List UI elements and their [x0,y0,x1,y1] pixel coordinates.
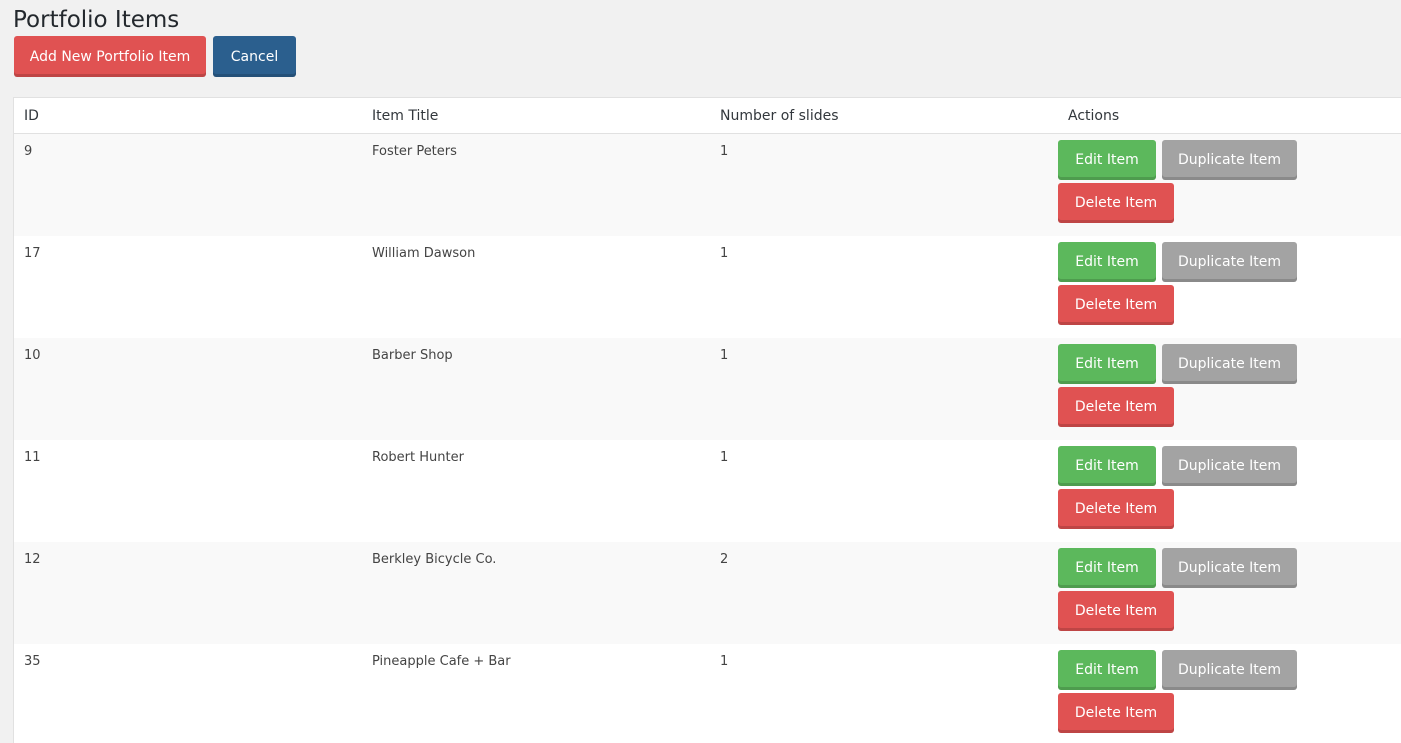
duplicate-item-button[interactable]: Duplicate Item [1162,547,1297,588]
portfolio-table-container: ID Item Title Number of slides Actions 9… [13,97,1401,743]
column-header-slides: Number of slides [710,98,1058,134]
duplicate-item-button[interactable]: Duplicate Item [1162,343,1297,384]
cell-title: Barber Shop [372,347,453,363]
table-header-row: ID Item Title Number of slides Actions [14,98,1401,134]
cell-title: Pineapple Cafe + Bar [372,653,511,669]
cell-id: 35 [24,653,41,669]
cell-actions: Edit Item Duplicate Item Delete Item [1058,236,1401,338]
table-row: 11 Robert Hunter 1 Edit Item Duplicate I… [14,439,1401,542]
table-row: 10 Barber Shop 1 Edit Item Duplicate Ite… [14,337,1401,440]
cell-id: 11 [24,449,41,465]
edit-item-button[interactable]: Edit Item [1058,140,1156,180]
edit-item-button[interactable]: Edit Item [1058,241,1156,282]
column-header-actions: Actions [1058,98,1401,134]
cell-actions: Edit Item Duplicate Item Delete Item [1058,644,1401,743]
edit-item-button[interactable]: Edit Item [1058,343,1156,384]
cell-title: Robert Hunter [372,449,464,465]
cell-slides: 2 [720,551,729,567]
cell-id: 10 [24,347,41,363]
portfolio-items-page: Portfolio Items Add New Portfolio Item C… [0,0,1401,743]
row-actions: Edit Item Duplicate Item Delete Item [1058,445,1308,529]
row-actions: Edit Item Duplicate Item Delete Item [1058,343,1308,427]
page-title: Portfolio Items [13,7,180,33]
edit-item-button[interactable]: Edit Item [1058,445,1156,486]
duplicate-item-button[interactable]: Duplicate Item [1162,140,1297,180]
cell-slides: 1 [720,347,729,363]
cell-slides: 1 [720,144,729,159]
cell-title: Berkley Bicycle Co. [372,551,497,567]
edit-item-button[interactable]: Edit Item [1058,547,1156,588]
cell-actions: Edit Item Duplicate Item Delete Item [1058,542,1401,644]
table-row: 35 Pineapple Cafe + Bar 1 Edit Item Dupl… [14,643,1401,743]
cell-id: 17 [24,245,41,261]
cell-slides: 1 [720,653,729,669]
cell-title: Foster Peters [372,144,457,159]
delete-item-button[interactable]: Delete Item [1058,488,1174,529]
edit-item-button[interactable]: Edit Item [1058,649,1156,690]
delete-item-button[interactable]: Delete Item [1058,590,1174,631]
row-actions: Edit Item Duplicate Item Delete Item [1058,547,1308,631]
table-row: 17 William Dawson 1 Edit Item Duplicate … [14,235,1401,338]
cell-id: 9 [24,144,33,159]
row-actions: Edit Item Duplicate Item Delete Item [1058,140,1308,223]
table-row: 12 Berkley Bicycle Co. 2 Edit Item Dupli… [14,541,1401,644]
cell-id: 12 [24,551,41,567]
duplicate-item-button[interactable]: Duplicate Item [1162,649,1297,690]
add-portfolio-item-button[interactable]: Add New Portfolio Item [14,36,206,77]
column-header-title: Item Title [362,98,710,134]
table-row: 9 Foster Peters 1 Edit Item Duplicate It… [14,133,1401,236]
duplicate-item-button[interactable]: Duplicate Item [1162,445,1297,486]
cell-slides: 1 [720,449,729,465]
cancel-button[interactable]: Cancel [213,36,296,77]
delete-item-button[interactable]: Delete Item [1058,386,1174,427]
column-header-id: ID [14,98,362,134]
duplicate-item-button[interactable]: Duplicate Item [1162,241,1297,282]
portfolio-table: ID Item Title Number of slides Actions 9… [14,98,1401,743]
header-actions: Add New Portfolio Item Cancel [14,36,296,77]
row-actions: Edit Item Duplicate Item Delete Item [1058,241,1308,325]
cell-actions: Edit Item Duplicate Item Delete Item [1058,134,1401,236]
cell-actions: Edit Item Duplicate Item Delete Item [1058,338,1401,440]
delete-item-button[interactable]: Delete Item [1058,692,1174,733]
cell-slides: 1 [720,245,729,261]
row-actions: Edit Item Duplicate Item Delete Item [1058,649,1308,733]
delete-item-button[interactable]: Delete Item [1058,183,1174,223]
cell-actions: Edit Item Duplicate Item Delete Item [1058,440,1401,542]
delete-item-button[interactable]: Delete Item [1058,284,1174,325]
cell-title: William Dawson [372,245,476,261]
